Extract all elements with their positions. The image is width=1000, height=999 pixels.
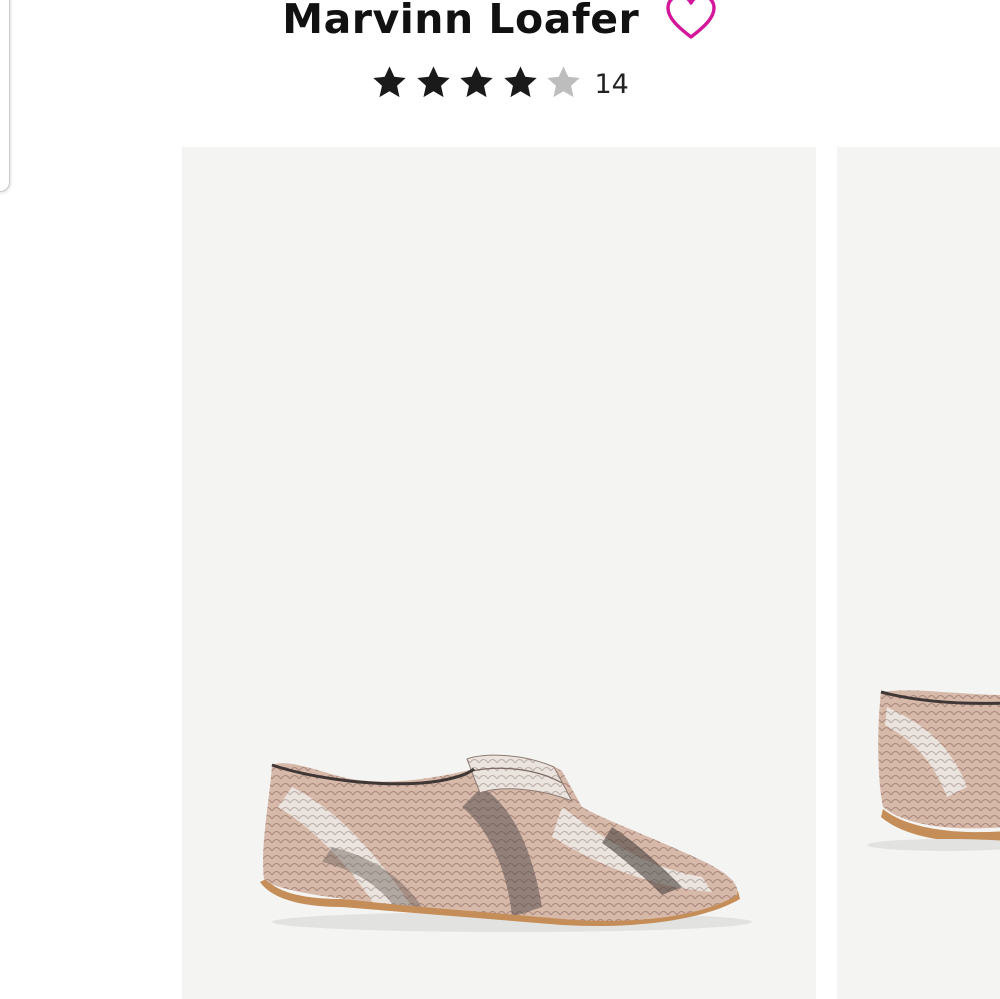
loafer-image-partial bbox=[867, 690, 1000, 851]
rating-summary[interactable]: 14 bbox=[0, 64, 1000, 110]
star-empty-icon bbox=[547, 66, 580, 98]
star-filled-icon bbox=[373, 66, 406, 98]
star-filled-icon bbox=[460, 66, 493, 98]
review-count[interactable]: 14 bbox=[594, 69, 628, 100]
star-filled-icon bbox=[503, 66, 537, 98]
product-title: Marvinn Loafer bbox=[282, 0, 640, 43]
product-image-next[interactable] bbox=[837, 147, 1000, 999]
wishlist-button[interactable] bbox=[664, 0, 718, 43]
loafer-image bbox=[260, 754, 752, 932]
product-image-main[interactable] bbox=[182, 147, 816, 999]
heart-outline-icon bbox=[666, 0, 716, 39]
product-header: Marvinn Loafer bbox=[0, 0, 1000, 54]
product-image-carousel[interactable] bbox=[0, 147, 1000, 999]
star-filled-icon bbox=[416, 66, 450, 98]
star-rating bbox=[371, 64, 584, 101]
